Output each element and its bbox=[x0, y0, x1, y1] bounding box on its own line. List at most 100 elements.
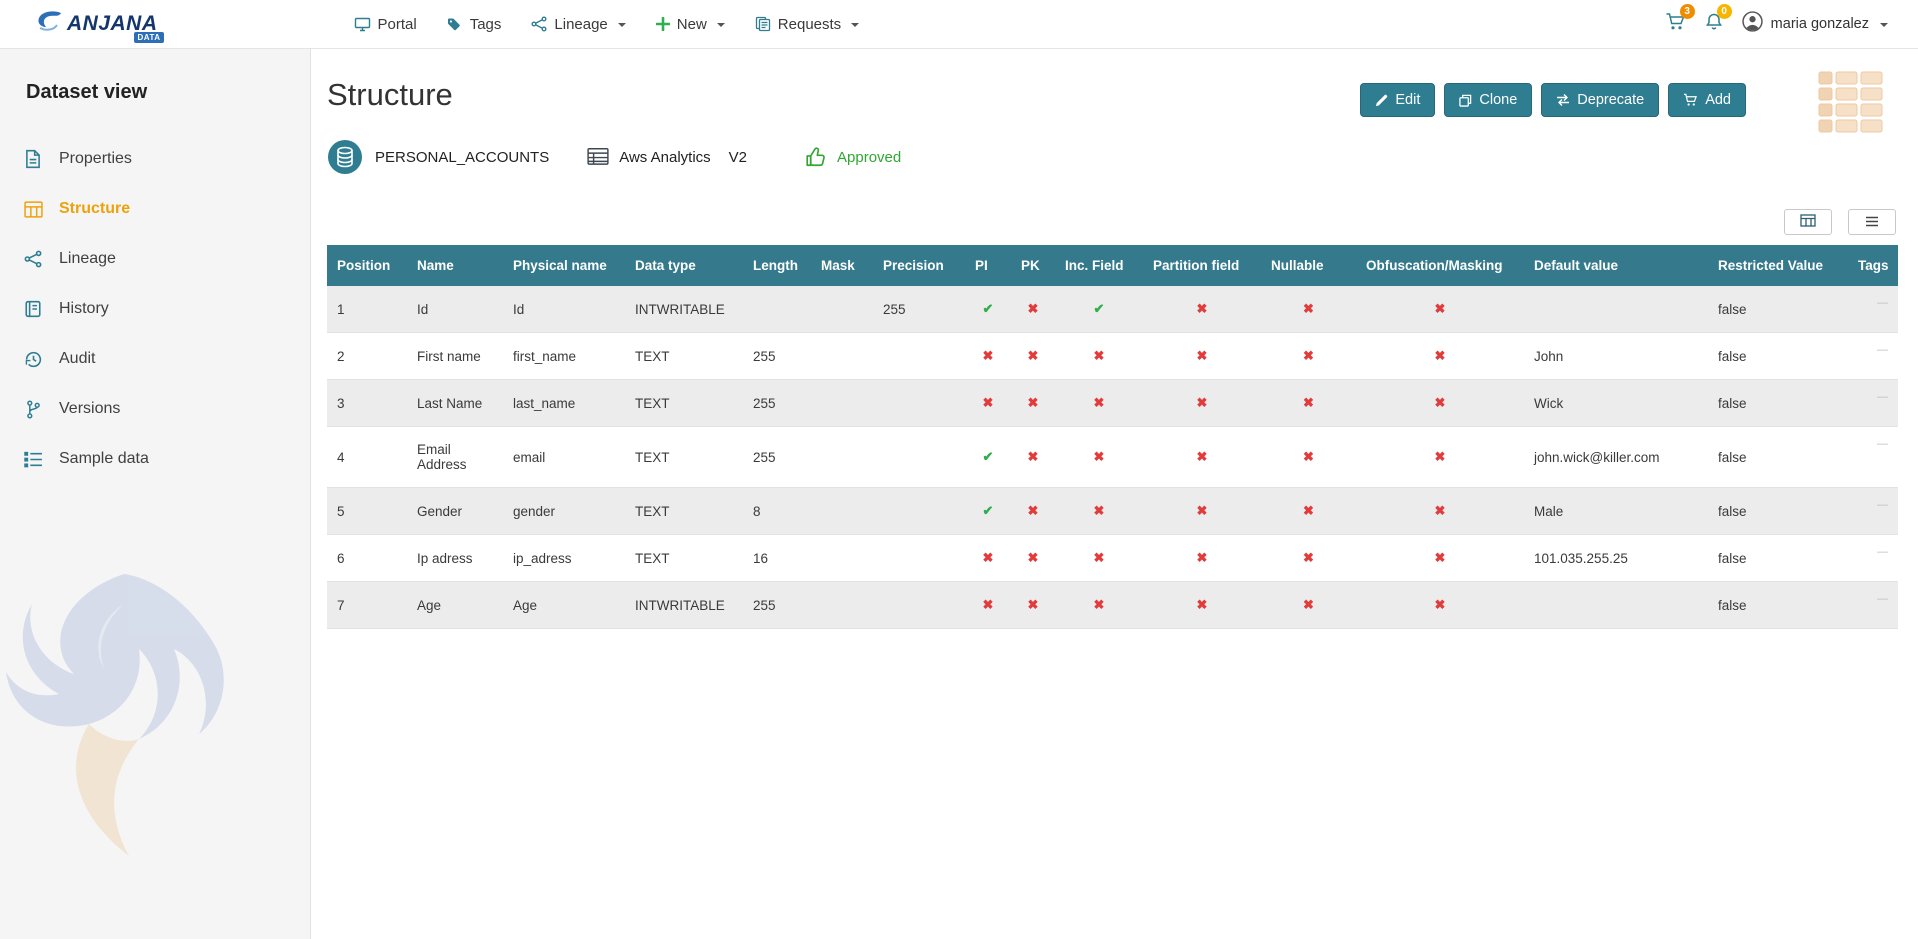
cross-icon: ✖ bbox=[1435, 348, 1446, 363]
sidebar-item-lineage[interactable]: Lineage bbox=[0, 234, 310, 284]
table-view-icon bbox=[1800, 214, 1816, 230]
clone-button[interactable]: Clone bbox=[1444, 83, 1532, 117]
cell-name: Id bbox=[407, 286, 503, 333]
cross-icon: ✖ bbox=[1435, 449, 1446, 464]
notifications-button[interactable]: 0 bbox=[1705, 12, 1723, 36]
add-button[interactable]: Add bbox=[1668, 83, 1746, 117]
cell-pi: ✖ bbox=[965, 535, 1011, 582]
app-logo[interactable]: ANJANA DATA bbox=[34, 9, 158, 40]
sidebar-item-audit[interactable]: Audit bbox=[0, 334, 310, 384]
cell-obfuscation-masking: ✖ bbox=[1356, 286, 1524, 333]
cart-plus-icon bbox=[1683, 93, 1698, 107]
nav-requests[interactable]: Requests bbox=[755, 16, 859, 33]
cell-length: 255 bbox=[743, 427, 811, 488]
cell-physical-name: Id bbox=[503, 286, 625, 333]
cart-button[interactable]: 3 bbox=[1665, 12, 1686, 36]
table-row[interactable]: 3Last Namelast_nameTEXT255✖✖✖✖✖✖Wickfals… bbox=[327, 380, 1898, 427]
cross-icon: ✖ bbox=[1197, 503, 1208, 518]
cross-icon: ✖ bbox=[1303, 301, 1314, 316]
list-view-button[interactable] bbox=[1848, 209, 1896, 235]
cell-physical-name: email bbox=[503, 427, 625, 488]
sidebar-item-label: Lineage bbox=[59, 250, 116, 268]
nav-portal-label: Portal bbox=[378, 16, 417, 33]
table-row[interactable]: 2First namefirst_nameTEXT255✖✖✖✖✖✖Johnfa… bbox=[327, 333, 1898, 380]
table-row[interactable]: 7AgeAgeINTWRITABLE255✖✖✖✖✖✖false— bbox=[327, 582, 1898, 629]
dataset-version: V2 bbox=[729, 149, 747, 166]
cell-physical-name: gender bbox=[503, 488, 625, 535]
branch-icon bbox=[22, 400, 44, 419]
table-view-button[interactable] bbox=[1784, 209, 1832, 235]
cell-inc-field: ✖ bbox=[1055, 427, 1143, 488]
cell-precision bbox=[873, 333, 965, 380]
cell-position: 7 bbox=[327, 582, 407, 629]
cell-pk: ✖ bbox=[1011, 535, 1055, 582]
cell-name: Age bbox=[407, 582, 503, 629]
table-row[interactable]: 5GendergenderTEXT8✔✖✖✖✖✖Malefalse— bbox=[327, 488, 1898, 535]
cell-data-type: INTWRITABLE bbox=[625, 582, 743, 629]
structure-table-body: 1IdIdINTWRITABLE255✔✖✔✖✖✖false—2First na… bbox=[327, 286, 1898, 629]
cell-default-value: Wick bbox=[1524, 380, 1708, 427]
logo-subtext: DATA bbox=[134, 32, 163, 43]
cell-position: 4 bbox=[327, 427, 407, 488]
sidebar-item-sample-data[interactable]: Sample data bbox=[0, 434, 310, 484]
cell-partition-field: ✖ bbox=[1143, 535, 1261, 582]
tag-placeholder: — bbox=[1877, 499, 1888, 511]
cell-mask bbox=[811, 286, 873, 333]
sidebar-item-properties[interactable]: Properties bbox=[0, 134, 310, 184]
cell-restricted-value: false bbox=[1708, 535, 1848, 582]
cell-restricted-value: false bbox=[1708, 380, 1848, 427]
cell-inc-field: ✖ bbox=[1055, 488, 1143, 535]
cell-tags: — bbox=[1848, 427, 1898, 488]
user-menu[interactable]: maria gonzalez bbox=[1742, 11, 1888, 37]
main-content: Structure Edit Clone bbox=[311, 49, 1918, 939]
cross-icon: ✖ bbox=[1094, 550, 1105, 565]
column-header: Mask bbox=[811, 245, 873, 286]
structure-table: PositionNamePhysical nameData typeLength… bbox=[327, 245, 1898, 629]
sidebar-item-versions[interactable]: Versions bbox=[0, 384, 310, 434]
cell-restricted-value: false bbox=[1708, 333, 1848, 380]
column-header: Partition field bbox=[1143, 245, 1261, 286]
database-icon bbox=[327, 139, 363, 175]
cell-default-value: John bbox=[1524, 333, 1708, 380]
cross-icon: ✖ bbox=[983, 348, 994, 363]
cell-pk: ✖ bbox=[1011, 333, 1055, 380]
cell-nullable: ✖ bbox=[1261, 488, 1356, 535]
nav-right-area: 3 0 maria gonzalez bbox=[1665, 11, 1888, 37]
cross-icon: ✖ bbox=[1303, 449, 1314, 464]
lineage-icon bbox=[22, 250, 44, 268]
cell-mask bbox=[811, 427, 873, 488]
tag-placeholder: — bbox=[1877, 593, 1888, 605]
cell-nullable: ✖ bbox=[1261, 286, 1356, 333]
nav-new[interactable]: New bbox=[656, 16, 725, 33]
table-row[interactable]: 4Email AddressemailTEXT255✔✖✖✖✖✖john.wic… bbox=[327, 427, 1898, 488]
cell-position: 6 bbox=[327, 535, 407, 582]
nav-portal[interactable]: Portal bbox=[354, 16, 417, 33]
cell-pk: ✖ bbox=[1011, 582, 1055, 629]
pencil-icon bbox=[1375, 94, 1388, 107]
sidebar-item-structure[interactable]: Structure bbox=[0, 184, 310, 234]
deprecate-button[interactable]: Deprecate bbox=[1541, 83, 1659, 117]
clone-button-label: Clone bbox=[1479, 92, 1517, 108]
cross-icon: ✖ bbox=[1028, 301, 1039, 316]
nav-lineage[interactable]: Lineage bbox=[531, 16, 625, 33]
analytics-table-icon bbox=[587, 147, 609, 167]
cell-default-value bbox=[1524, 582, 1708, 629]
table-row[interactable]: 6Ip adressip_adressTEXT16✖✖✖✖✖✖101.035.2… bbox=[327, 535, 1898, 582]
cell-default-value: Male bbox=[1524, 488, 1708, 535]
table-row[interactable]: 1IdIdINTWRITABLE255✔✖✔✖✖✖false— bbox=[327, 286, 1898, 333]
cell-mask bbox=[811, 582, 873, 629]
thumbs-up-icon bbox=[805, 146, 827, 168]
edit-button[interactable]: Edit bbox=[1360, 83, 1435, 117]
cell-precision bbox=[873, 427, 965, 488]
cell-nullable: ✖ bbox=[1261, 427, 1356, 488]
cell-mask bbox=[811, 535, 873, 582]
sidebar-item-history[interactable]: History bbox=[0, 284, 310, 334]
cross-icon: ✖ bbox=[1435, 503, 1446, 518]
cart-badge: 3 bbox=[1680, 4, 1695, 19]
cell-pk: ✖ bbox=[1011, 286, 1055, 333]
cell-inc-field: ✖ bbox=[1055, 333, 1143, 380]
nav-tags[interactable]: Tags bbox=[447, 16, 502, 33]
nav-new-label: New bbox=[677, 16, 707, 33]
cell-data-type: TEXT bbox=[625, 380, 743, 427]
cell-pi: ✖ bbox=[965, 333, 1011, 380]
